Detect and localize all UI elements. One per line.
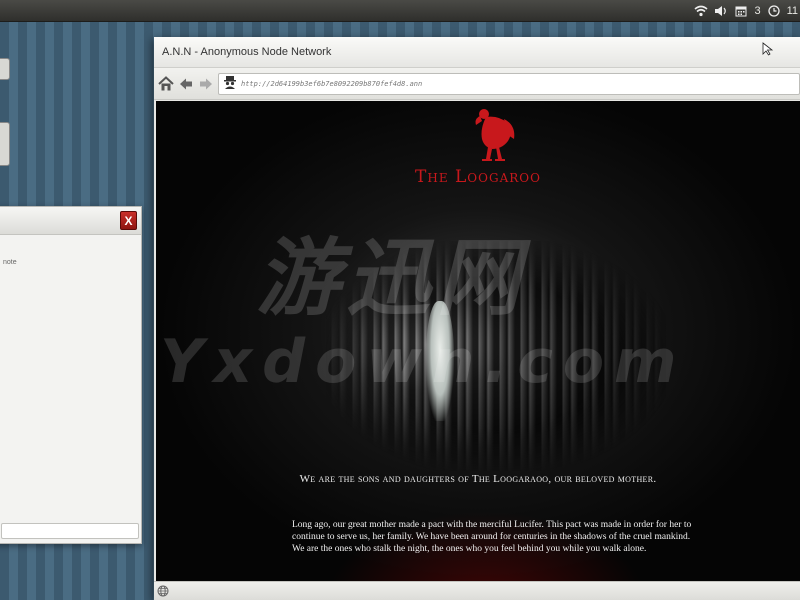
desktop-notepad-icon[interactable] bbox=[0, 122, 10, 166]
system-tray: 3 11 bbox=[694, 0, 800, 22]
browser-statusbar bbox=[154, 581, 800, 600]
brand-title: The Loogaroo bbox=[415, 167, 541, 187]
watermark-cn: 游迅网 bbox=[256, 229, 527, 327]
desktop-app-icon[interactable] bbox=[0, 58, 10, 80]
window-title: A.N.N - Anonymous Node Network bbox=[162, 46, 332, 58]
mouse-cursor-icon bbox=[762, 41, 774, 56]
story-text: Long ago, our great mother made a pact w… bbox=[292, 519, 752, 555]
address-bar[interactable]: http://2d64199b3ef6b7e8092209b870fef4d8.… bbox=[218, 72, 800, 95]
note-window: X note bbox=[0, 206, 142, 544]
wifi-icon[interactable] bbox=[694, 4, 708, 18]
top-panel: 3 11 bbox=[0, 0, 800, 22]
note-titlebar[interactable]: X bbox=[0, 207, 141, 235]
browser-titlebar[interactable]: A.N.N - Anonymous Node Network bbox=[154, 37, 800, 68]
calendar-icon[interactable] bbox=[734, 4, 748, 18]
browser-toolbar: http://2d64199b3ef6b7e8092209b870fef4d8.… bbox=[154, 68, 800, 100]
clock-time[interactable]: 11 bbox=[787, 5, 798, 17]
home-button[interactable] bbox=[158, 75, 174, 93]
watermark-en: Yxdown.com bbox=[160, 327, 687, 397]
story-line: Long ago, our great mother made a pact w… bbox=[292, 520, 692, 530]
forward-button[interactable] bbox=[198, 75, 214, 93]
story-line: We are the ones who stalk the night, the… bbox=[292, 544, 647, 554]
story-line: continue to serve us, her family. We hav… bbox=[292, 532, 691, 542]
browser-window: A.N.N - Anonymous Node Network http://2d… bbox=[154, 37, 800, 600]
url-text[interactable]: http://2d64199b3ef6b7e8092209b870fef4d8.… bbox=[241, 80, 422, 88]
anonymous-user-icon bbox=[223, 74, 237, 93]
web-page: 游迅网 Yxdown.com The Loogaroo We are the s… bbox=[156, 101, 800, 581]
back-button[interactable] bbox=[178, 75, 194, 93]
vulture-logo-icon bbox=[464, 105, 518, 163]
tagline: We are the sons and daughters of The Loo… bbox=[299, 473, 657, 485]
note-input[interactable] bbox=[1, 523, 139, 539]
workspace-count[interactable]: 3 bbox=[754, 5, 760, 17]
globe-icon[interactable] bbox=[157, 582, 169, 600]
volume-icon[interactable] bbox=[714, 4, 728, 18]
note-text: note bbox=[3, 259, 17, 266]
clock-icon[interactable] bbox=[767, 4, 781, 18]
close-button[interactable]: X bbox=[120, 211, 137, 230]
